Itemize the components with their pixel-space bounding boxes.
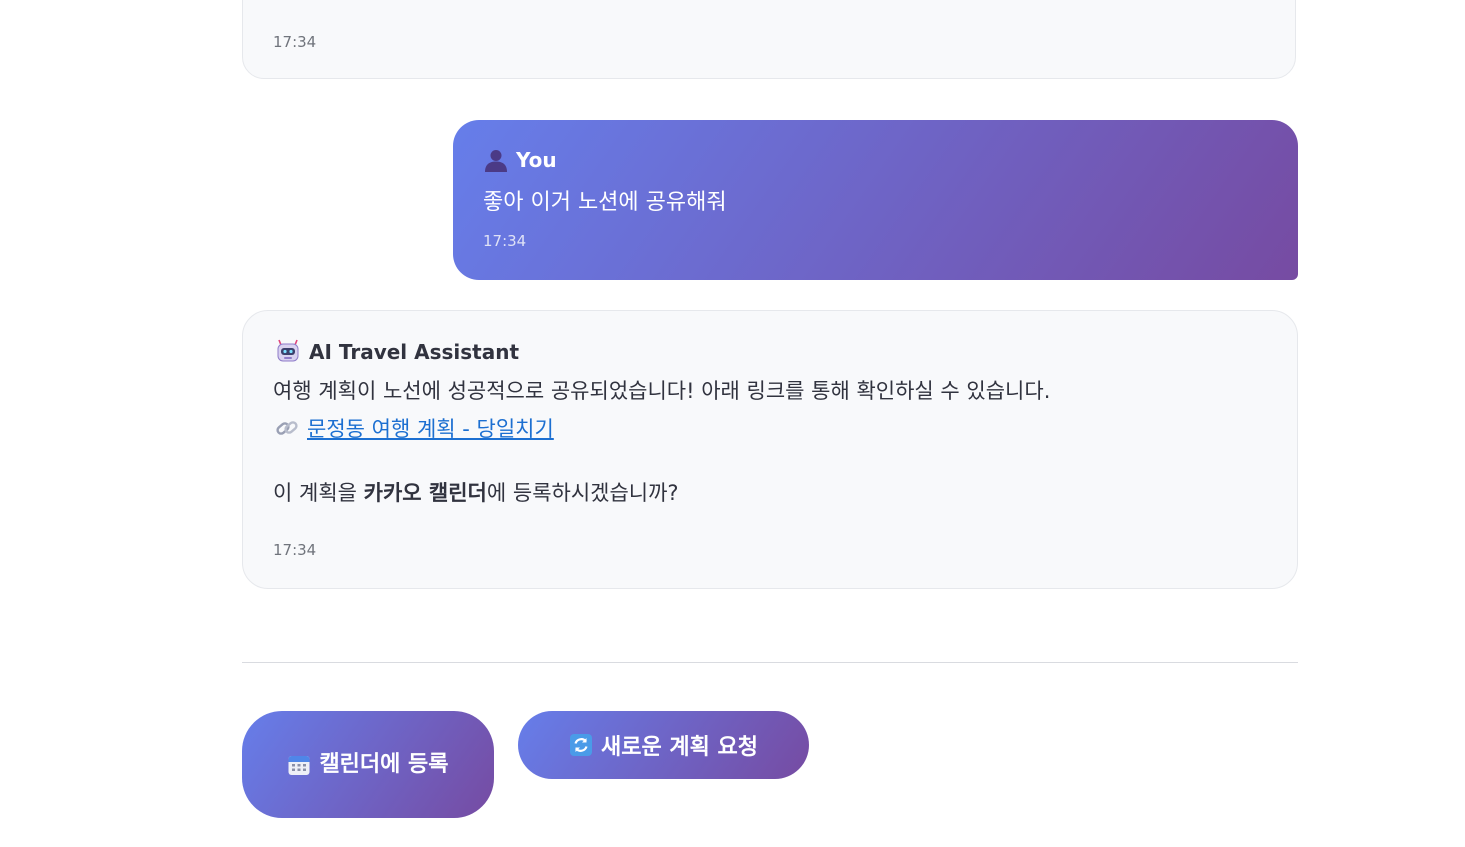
question-suffix: 에 등록하시겠습니까? bbox=[486, 481, 679, 505]
register-calendar-button[interactable]: 캘린더에 등록 bbox=[242, 711, 494, 818]
button-label: 캘린더에 등록 bbox=[319, 751, 449, 777]
message-timestamp: 17:34 bbox=[483, 232, 527, 250]
refresh-icon bbox=[569, 733, 593, 757]
notion-page-link[interactable]: 문정동 여행 계획 - 당일치기 bbox=[307, 413, 554, 443]
message-timestamp: 17:34 bbox=[273, 541, 317, 559]
message-link-line: 문정동 여행 계획 - 당일치기 bbox=[275, 413, 554, 443]
message-text: 좋아 이거 노션에 공유해줘 bbox=[483, 190, 727, 215]
new-plan-request-button[interactable]: 새로운 계획 요청 bbox=[518, 711, 809, 779]
user-message: You 좋아 이거 노션에 공유해줘 17:34 bbox=[453, 120, 1298, 280]
assistant-message-previous: 17:34 bbox=[242, 0, 1296, 79]
divider bbox=[242, 662, 1298, 663]
question-bold: 카카오 캘린더 bbox=[363, 481, 487, 505]
question-prefix: 이 계획을 bbox=[273, 481, 364, 505]
chat-page: 17:34 You 좋아 이거 노션에 공유해줘 17:34 AI Travel… bbox=[0, 0, 1465, 847]
user-silhouette-icon bbox=[484, 148, 508, 172]
message-sender: AI Travel Assistant bbox=[275, 339, 519, 365]
calendar-icon bbox=[287, 753, 311, 777]
sender-name: AI Travel Assistant bbox=[309, 340, 520, 364]
message-timestamp: 17:34 bbox=[273, 33, 317, 51]
message-text: 여행 계획이 노선에 성공적으로 공유되었습니다! 아래 링크를 통해 확인하실… bbox=[273, 379, 1051, 403]
assistant-message: AI Travel Assistant 여행 계획이 노선에 성공적으로 공유되… bbox=[242, 310, 1298, 589]
sender-name: You bbox=[516, 148, 557, 172]
message-sender: You bbox=[484, 148, 557, 172]
link-icon bbox=[275, 416, 299, 440]
button-label: 새로운 계획 요청 bbox=[601, 735, 758, 760]
robot-icon bbox=[275, 339, 301, 365]
message-question: 이 계획을 카카오 캘린더에 등록하시겠습니까? bbox=[273, 477, 679, 507]
